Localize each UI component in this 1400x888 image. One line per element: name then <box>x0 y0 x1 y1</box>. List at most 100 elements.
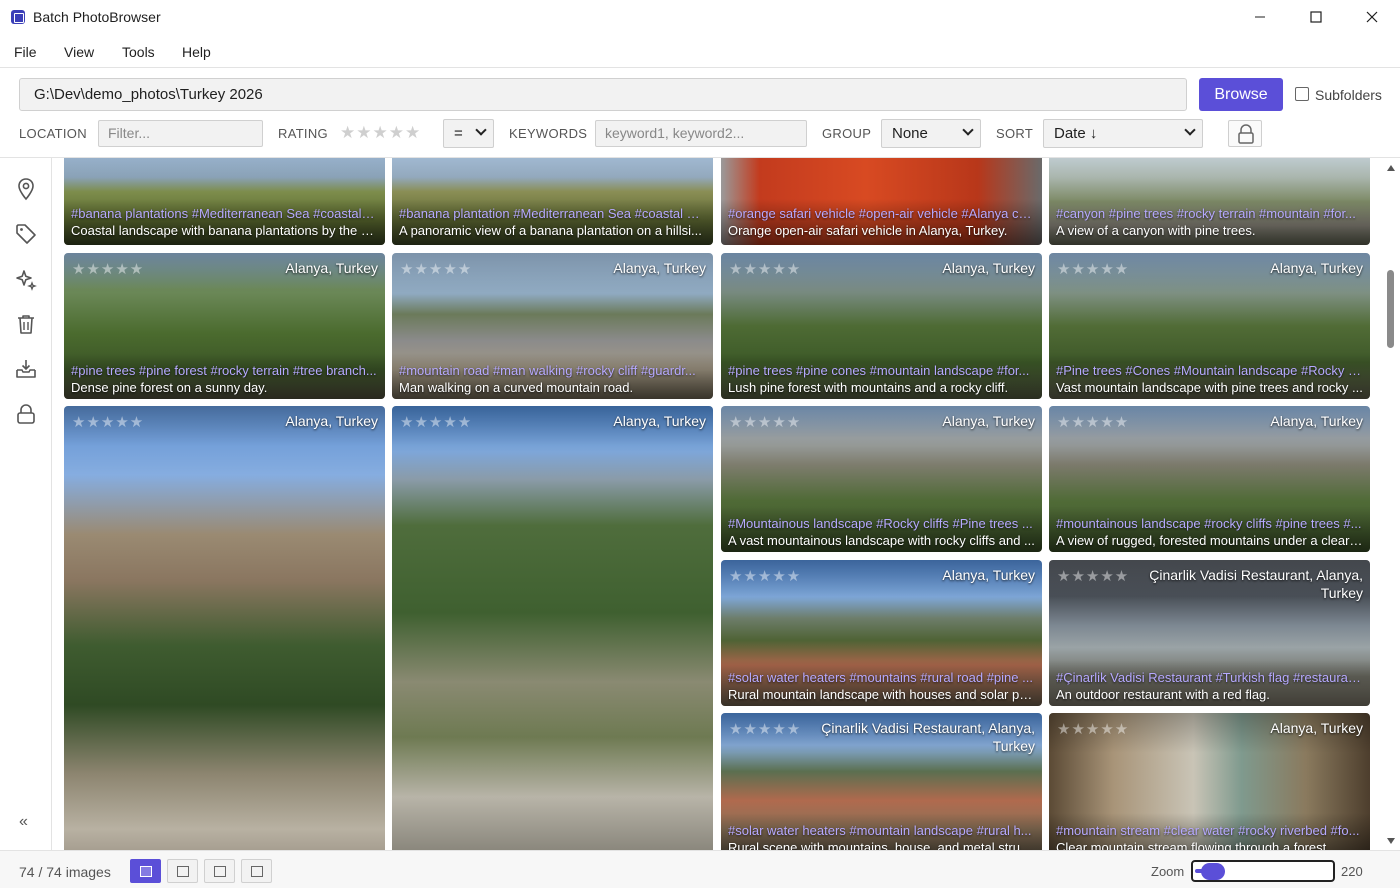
view-grid-large-button[interactable] <box>130 859 161 883</box>
trash-icon[interactable] <box>14 312 38 336</box>
rating-stars[interactable]: ★★★★★ <box>1057 413 1129 431</box>
photo-card[interactable]: #banana plantations #Mediterranean Sea #… <box>64 158 385 245</box>
image-count: 74 / 74 images <box>19 864 111 880</box>
rating-stars[interactable]: ★★★★★ <box>72 413 144 431</box>
view-grid-medium-button[interactable] <box>204 859 235 883</box>
photo-card[interactable]: ★★★★★ Alanya, Turkey #pine trees #pine c… <box>721 253 1042 399</box>
lock-icon <box>1238 124 1254 144</box>
photo-card[interactable]: ★★★★★ Alanya, Turkey #mountainous landsc… <box>1049 406 1370 552</box>
collapse-sidebar-button[interactable]: « <box>19 813 28 831</box>
rating-stars[interactable]: ★★★★★ <box>729 720 801 738</box>
photo-card[interactable]: ★★★★★ Alanya, Turkey <box>392 406 713 850</box>
photo-caption: Clear mountain stream flowing through a … <box>1056 840 1330 850</box>
photo-card[interactable]: ★★★★★ Çinarlik Vadisi Restaurant, Alanya… <box>721 713 1042 850</box>
photo-card[interactable]: ★★★★★ Alanya, Turkey #mountain road #man… <box>392 253 713 399</box>
sparkle-icon[interactable] <box>14 268 38 292</box>
rating-stars[interactable]: ★★★★★ <box>1057 260 1129 278</box>
photo-location: Alanya, Turkey <box>1270 720 1363 736</box>
photo-tags: #banana plantations #Mediterranean Sea #… <box>71 206 378 221</box>
photo-caption: Rural mountain landscape with houses and… <box>728 687 1035 702</box>
rating-stars[interactable]: ★★★★★ <box>400 260 472 278</box>
scroll-up-icon[interactable] <box>1387 165 1395 171</box>
rating-stars[interactable]: ★★★★★ <box>340 123 421 143</box>
menu-help[interactable]: Help <box>182 44 211 60</box>
view-list-button[interactable] <box>167 859 198 883</box>
photo-tags: #mountainous landscape #rocky cliffs #pi… <box>1056 516 1362 531</box>
browse-button[interactable]: Browse <box>1199 78 1283 111</box>
photo-location: Çinarlik Vadisi Restaurant, Alanya, Turk… <box>821 720 1035 754</box>
grid-large-icon <box>140 866 152 877</box>
status-bar: 74 / 74 images Zoom 220 <box>0 850 1400 888</box>
folder-path-input[interactable]: G:\Dev\demo_photos\Turkey 2026 <box>19 78 1187 111</box>
import-icon[interactable] <box>14 357 38 381</box>
maximize-icon <box>1310 11 1322 23</box>
keywords-label: KEYWORDS <box>509 126 588 141</box>
photo-card[interactable]: ★★★★★ Alanya, Turkey #pine trees #pine f… <box>64 253 385 399</box>
photo-caption: An outdoor restaurant with a red flag. <box>1056 687 1270 702</box>
photo-location: Alanya, Turkey <box>942 567 1035 583</box>
photo-caption: A view of rugged, forested mountains und… <box>1056 533 1363 548</box>
photo-location: Çinarlik Vadisi Restaurant, Alanya, Turk… <box>1149 567 1363 601</box>
zoom-slider-thumb[interactable] <box>1201 863 1225 880</box>
photo-card[interactable]: ★★★★★ Alanya, Turkey #mountain stream #c… <box>1049 713 1370 850</box>
rating-stars[interactable]: ★★★★★ <box>400 413 472 431</box>
location-filter-input[interactable]: Filter... <box>98 120 263 147</box>
title-bar: Batch PhotoBrowser <box>0 0 1400 36</box>
scroll-down-icon[interactable] <box>1387 838 1395 844</box>
photo-caption: Orange open-air safari vehicle in Alanya… <box>728 223 1008 238</box>
rating-stars[interactable]: ★★★★★ <box>72 260 144 278</box>
sort-select[interactable]: Date ↓ <box>1043 119 1203 148</box>
app-logo-icon <box>11 10 25 24</box>
zoom-label: Zoom <box>1151 864 1185 879</box>
rating-stars[interactable]: ★★★★★ <box>729 567 801 585</box>
minimize-button[interactable] <box>1232 0 1288 34</box>
subfolders-checkbox[interactable] <box>1295 87 1309 101</box>
menu-file[interactable]: File <box>14 44 37 60</box>
photo-caption: Vast mountain landscape with pine trees … <box>1056 380 1363 395</box>
vertical-scrollbar[interactable] <box>1382 158 1400 850</box>
group-select[interactable]: None <box>881 119 981 148</box>
menu-bar: File View Tools Help <box>0 36 1400 68</box>
photo-card[interactable]: #banana plantation #Mediterranean Sea #c… <box>392 158 713 245</box>
menu-tools[interactable]: Tools <box>122 44 155 60</box>
lock-filters-button[interactable] <box>1228 120 1262 147</box>
view-grid-small-button[interactable] <box>241 859 272 883</box>
rating-label: RATING <box>278 126 328 141</box>
left-sidebar: « <box>0 158 52 850</box>
photo-card[interactable]: ★★★★★ Alanya, Turkey <box>64 406 385 850</box>
grid-medium-icon <box>214 866 226 877</box>
menu-view[interactable]: View <box>64 44 94 60</box>
tag-icon[interactable] <box>14 222 38 246</box>
location-pin-icon[interactable] <box>14 177 38 201</box>
window-title: Batch PhotoBrowser <box>33 9 161 25</box>
subfolders-label: Subfolders <box>1315 87 1382 103</box>
photo-card[interactable]: ★★★★★ Alanya, Turkey #solar water heater… <box>721 560 1042 706</box>
photo-tags: #pine trees #pine cones #mountain landsc… <box>728 363 1030 378</box>
maximize-button[interactable] <box>1288 0 1344 34</box>
rating-stars[interactable]: ★★★★★ <box>729 413 801 431</box>
close-button[interactable] <box>1344 0 1400 34</box>
scrollbar-thumb[interactable] <box>1387 270 1394 348</box>
photo-card[interactable]: ★★★★★ Alanya, Turkey #Mountainous landsc… <box>721 406 1042 552</box>
photo-card[interactable]: ★★★★★ Çinarlik Vadisi Restaurant, Alanya… <box>1049 560 1370 706</box>
rating-stars[interactable]: ★★★★★ <box>729 260 801 278</box>
photo-tags: #mountain stream #clear water #rocky riv… <box>1056 823 1360 838</box>
photo-location: Alanya, Turkey <box>942 260 1035 276</box>
photo-tags: #banana plantation #Mediterranean Sea #c… <box>399 206 706 221</box>
sort-value: Date ↓ <box>1054 125 1098 142</box>
lock-icon[interactable] <box>14 402 38 426</box>
rating-operator-select[interactable]: = <box>443 119 494 148</box>
sort-label: SORT <box>996 126 1034 141</box>
rating-stars[interactable]: ★★★★★ <box>1057 720 1129 738</box>
photo-caption: Dense pine forest on a sunny day. <box>71 380 268 395</box>
photo-location: Alanya, Turkey <box>1270 413 1363 429</box>
photo-location: Alanya, Turkey <box>285 260 378 276</box>
photo-card[interactable]: #canyon #pine trees #rocky terrain #moun… <box>1049 158 1370 245</box>
chevron-down-icon <box>475 124 487 136</box>
photo-card[interactable]: ★★★★★ Alanya, Turkey #Pine trees #Cones … <box>1049 253 1370 399</box>
photo-card[interactable]: #orange safari vehicle #open-air vehicle… <box>721 158 1042 245</box>
photo-location: Alanya, Turkey <box>285 413 378 429</box>
keywords-input[interactable]: keyword1, keyword2... <box>595 120 807 147</box>
photo-caption: Rural scene with mountains, house, and m… <box>728 840 1035 850</box>
list-icon <box>177 866 189 877</box>
